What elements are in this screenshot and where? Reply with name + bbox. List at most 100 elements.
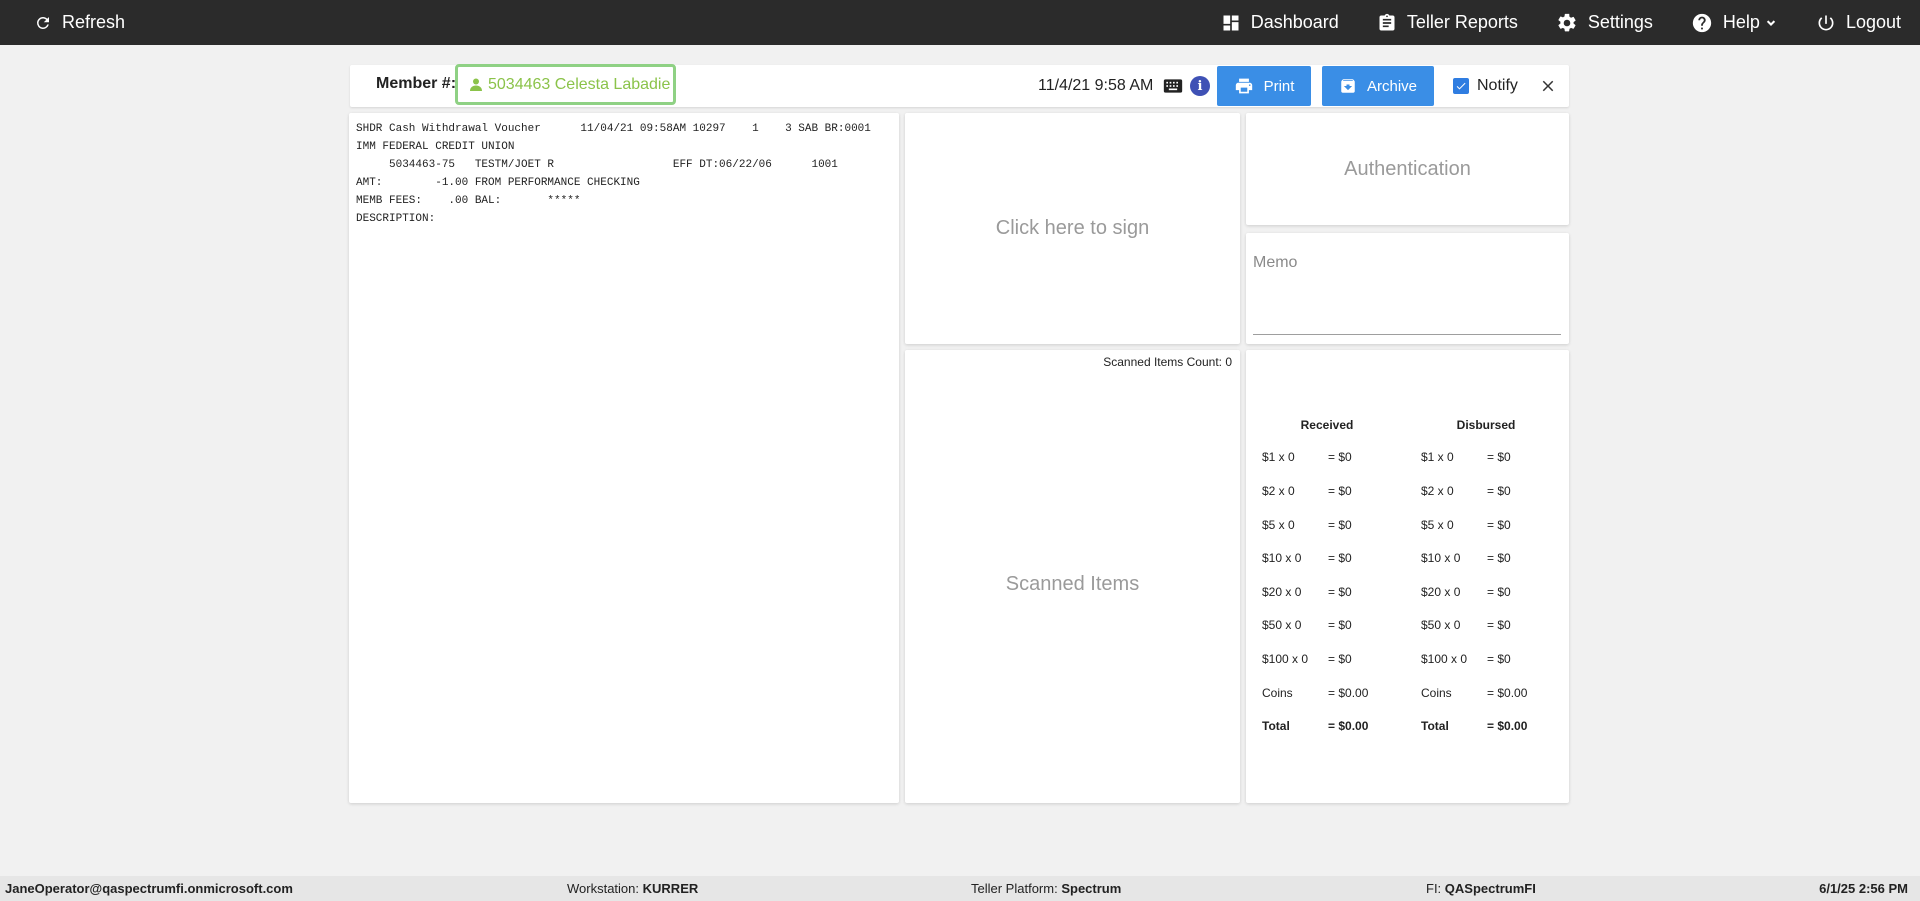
close-icon[interactable] [1539, 77, 1557, 95]
teller-reports-button[interactable]: Teller Reports [1358, 0, 1537, 45]
disbursed-row-value: = $0 [1487, 551, 1511, 565]
scanned-items-panel: Scanned Items Count: 0 Scanned Items [905, 350, 1240, 803]
received-row: Total = $0.00 [1262, 719, 1392, 735]
disbursed-row: $100 x 0 = $0 [1421, 652, 1551, 668]
disbursed-row-label: $20 x 0 [1421, 585, 1461, 599]
received-row-value: = $0.00 [1328, 686, 1369, 700]
disbursed-row: $5 x 0 = $0 [1421, 518, 1551, 534]
disbursed-row: Total = $0.00 [1421, 719, 1551, 735]
authentication-label: Authentication [1344, 157, 1471, 180]
status-bar: JaneOperator@qaspectrumfi.onmicrosoft.co… [0, 876, 1920, 901]
memo-input[interactable] [1253, 334, 1561, 335]
print-button[interactable]: Print [1217, 66, 1311, 106]
status-workstation: Workstation: KURRER [567, 881, 699, 896]
help-label: Help [1722, 12, 1760, 32]
received-row-value: = $0 [1328, 518, 1352, 532]
disbursed-row: $20 x 0 = $0 [1421, 585, 1551, 601]
refresh-button[interactable]: Refresh [22, 0, 137, 45]
archive-icon [1341, 79, 1355, 93]
member-number-label: Member #: [376, 75, 457, 92]
info-icon[interactable]: i [1190, 76, 1210, 96]
settings-button[interactable]: Settings [1537, 0, 1672, 45]
received-row-label: $50 x 0 [1262, 618, 1302, 632]
keyboard-icon[interactable] [1163, 78, 1183, 94]
received-row-label: Total [1262, 719, 1290, 733]
received-row: $100 x 0 = $0 [1262, 652, 1392, 668]
scanned-items-title: Scanned Items [1005, 573, 1140, 595]
notify-toggle[interactable]: Notify [1453, 77, 1518, 95]
received-row-value: = $0 [1328, 484, 1352, 498]
status-fi: FI: QASpectrumFI [1426, 881, 1536, 896]
scanned-items-count: Scanned Items Count: 0 [1103, 355, 1232, 369]
received-row: $1 x 0 = $0 [1262, 450, 1392, 466]
received-row: Coins = $0.00 [1262, 686, 1392, 702]
received-row-label: $20 x 0 [1262, 585, 1302, 599]
top-nav-bar: Refresh Dashboard Teller Reports Setting… [0, 0, 1920, 45]
dashboard-button[interactable]: Dashboard [1202, 0, 1358, 45]
help-menu-button[interactable]: Help [1672, 0, 1797, 45]
archive-button[interactable]: Archive [1322, 66, 1434, 106]
disbursed-row-value: = $0 [1487, 518, 1511, 532]
help-icon [1692, 13, 1712, 32]
received-header: Received [1300, 418, 1354, 432]
gear-icon [1558, 13, 1576, 31]
received-row-label: $10 x 0 [1262, 551, 1302, 565]
notify-checkbox[interactable] [1453, 78, 1469, 94]
voucher-text: SHDR Cash Withdrawal Voucher 11/04/21 09… [356, 123, 871, 225]
received-row-value: = $0 [1328, 652, 1352, 666]
received-row-label: $2 x 0 [1262, 484, 1295, 498]
status-user: JaneOperator@qaspectrumfi.onmicrosoft.co… [5, 881, 293, 896]
received-row-label: Coins [1262, 686, 1293, 700]
refresh-label: Refresh [62, 12, 126, 32]
member-header-bar: Member #: 5034463 Celesta Labadie 11/4/2… [350, 64, 1569, 107]
cash-count-panel: Received $1 x 0 = $0 $2 x 0 = $0 $5 x 0 = $0 $… [1246, 350, 1569, 803]
received-row-label: $100 x 0 [1262, 652, 1309, 666]
status-datetime: 6/1/25 2:56 PM [1819, 881, 1908, 896]
received-row-value: = $0 [1328, 585, 1352, 599]
memo-field-label: Memo [1253, 254, 1298, 271]
chevron-down-icon [1766, 19, 1776, 26]
received-row-label: $5 x 0 [1262, 518, 1295, 532]
disbursed-row-value: = $0 [1487, 484, 1511, 498]
received-row: $5 x 0 = $0 [1262, 518, 1392, 534]
received-row-value: = $0 [1328, 618, 1352, 632]
disbursed-row-label: $10 x 0 [1421, 551, 1461, 565]
received-row-label: $1 x 0 [1262, 450, 1295, 464]
disbursed-row-label: $50 x 0 [1421, 618, 1461, 632]
disbursed-row: $2 x 0 = $0 [1421, 484, 1551, 500]
received-row-value: = $0 [1328, 551, 1352, 565]
notify-label: Notify [1477, 77, 1518, 94]
disbursed-row-label: $5 x 0 [1421, 518, 1454, 532]
disbursed-row-label: $100 x 0 [1421, 652, 1468, 666]
logout-label: Logout [1845, 12, 1901, 32]
status-platform: Teller Platform: Spectrum [971, 881, 1122, 896]
authentication-panel[interactable]: Authentication [1246, 113, 1569, 225]
disbursed-row-value: = $0 [1487, 450, 1511, 464]
print-label: Print [1263, 77, 1295, 95]
disbursed-row-value: = $0.00 [1487, 686, 1528, 700]
logout-button[interactable]: Logout [1797, 0, 1920, 45]
memo-panel[interactable]: Memo [1246, 233, 1569, 344]
signature-prompt: Click here to sign [995, 217, 1150, 239]
received-row: $20 x 0 = $0 [1262, 585, 1392, 601]
dashboard-label: Dashboard [1250, 12, 1339, 32]
member-selector[interactable]: 5034463 Celesta Labadie [455, 64, 676, 105]
archive-label: Archive [1366, 77, 1418, 95]
printer-icon [1235, 78, 1252, 94]
disbursed-row-value: = $0 [1487, 652, 1511, 666]
received-row: $50 x 0 = $0 [1262, 618, 1392, 634]
voucher-preview-panel: SHDR Cash Withdrawal Voucher 11/04/21 09… [349, 113, 899, 803]
disbursed-row: $10 x 0 = $0 [1421, 551, 1551, 567]
settings-label: Settings [1587, 12, 1653, 32]
signature-pad[interactable]: Click here to sign [905, 113, 1240, 344]
disbursed-row-value: = $0 [1487, 618, 1511, 632]
received-row-value: = $0.00 [1328, 719, 1369, 733]
received-row: $10 x 0 = $0 [1262, 551, 1392, 567]
member-value: 5034463 Celesta Labadie [488, 75, 671, 93]
teller-reports-label: Teller Reports [1406, 12, 1518, 32]
disbursed-row: Coins = $0.00 [1421, 686, 1551, 702]
disbursed-row: $1 x 0 = $0 [1421, 450, 1551, 466]
disbursed-row-label: $2 x 0 [1421, 484, 1454, 498]
disbursed-row-label: Total [1421, 719, 1449, 733]
power-icon [1818, 15, 1834, 30]
